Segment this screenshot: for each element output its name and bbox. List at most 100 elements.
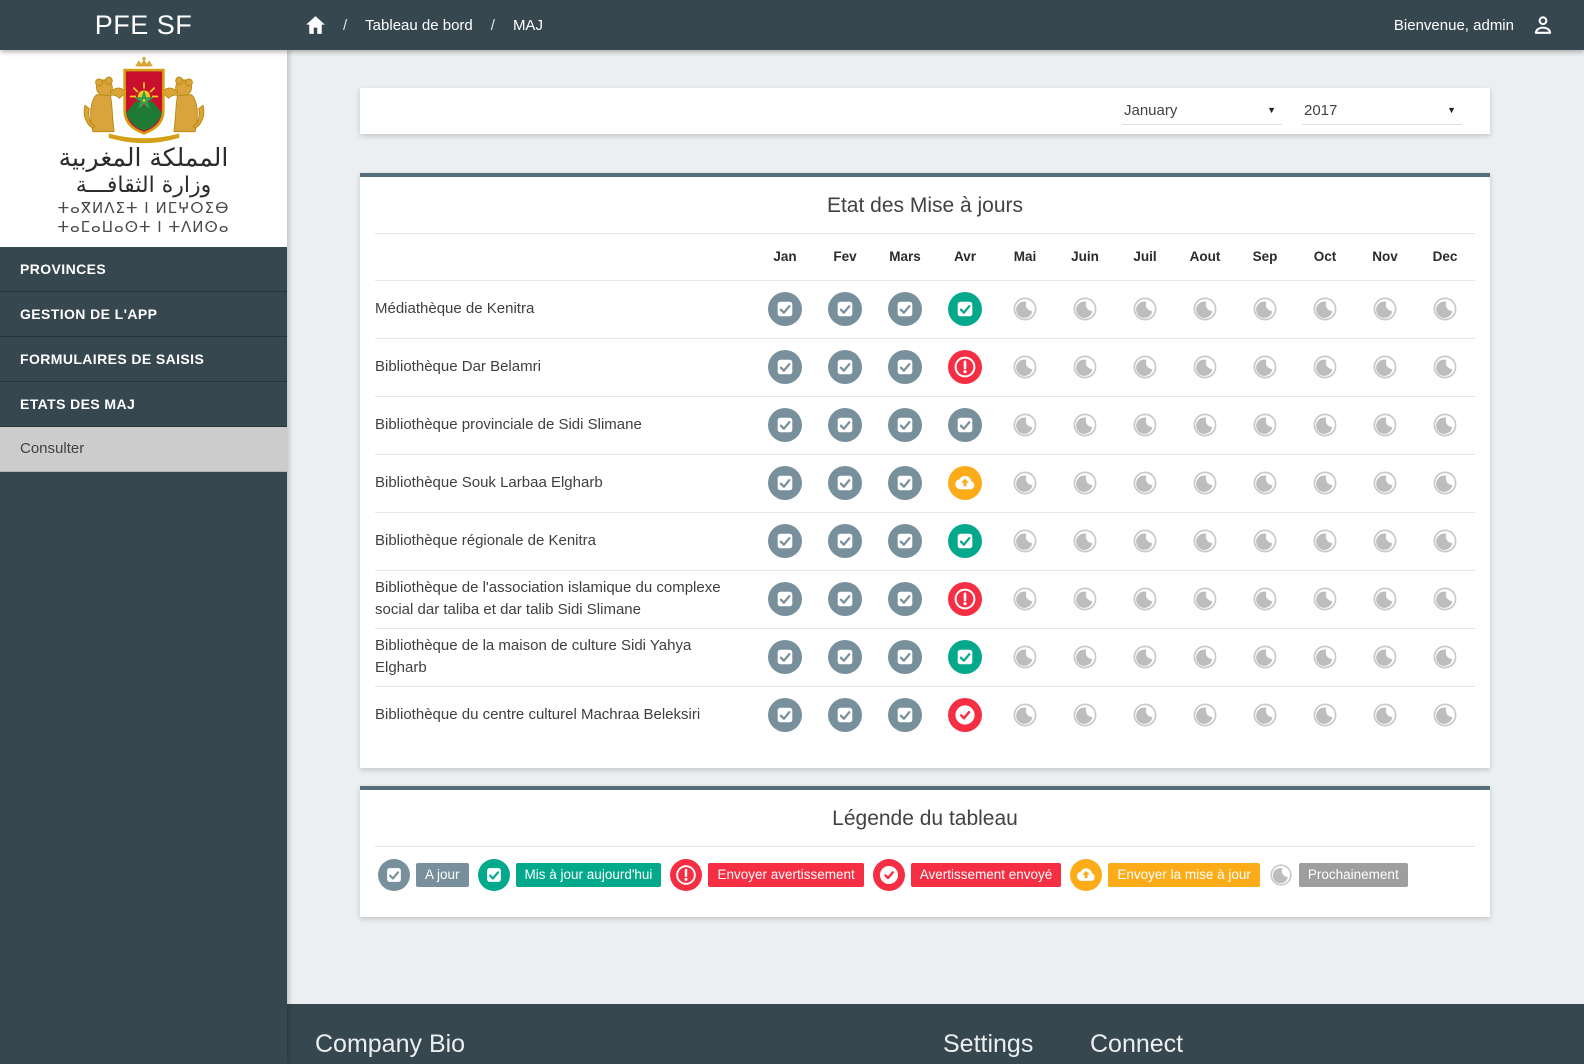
status-warn-icon[interactable] [948, 582, 982, 616]
status-warn-icon[interactable] [948, 350, 982, 384]
status-cell [875, 512, 935, 570]
library-name: Bibliothèque Souk Larbaa Elgharb [375, 454, 755, 512]
sidebar-subitem-consulter[interactable]: Consulter [0, 427, 287, 472]
status-upload-icon [1070, 859, 1102, 891]
status-done-icon[interactable] [828, 292, 862, 326]
status-cell [1055, 454, 1115, 512]
status-cell [755, 570, 815, 628]
status-done-icon[interactable] [768, 466, 802, 500]
status-done-icon[interactable] [828, 582, 862, 616]
status-cell [935, 512, 995, 570]
status-sent-icon[interactable] [948, 698, 982, 732]
status-done-icon[interactable] [888, 466, 922, 500]
footer-heading-connect: Connect [1090, 1030, 1183, 1059]
sidebar: المملكة المغربية وزارة الثقافـــة ⵜⴰⴳⵍⴷⵉ… [0, 50, 287, 1064]
status-done-icon[interactable] [768, 698, 802, 732]
status-cell [755, 396, 815, 454]
status-cell [1115, 512, 1175, 570]
chevron-down-icon: ▼ [1447, 105, 1456, 115]
status-done-icon[interactable] [888, 582, 922, 616]
status-soon-icon [1372, 702, 1398, 728]
status-done-icon[interactable] [888, 640, 922, 674]
sidebar-item-gestion-de-l-app[interactable]: GESTION DE L'APP [0, 292, 287, 337]
status-upload-icon[interactable] [948, 466, 982, 500]
status-done-icon[interactable] [768, 582, 802, 616]
sidebar-item-etats-des-maj[interactable]: ETATS DES MAJ [0, 382, 287, 427]
status-soon-icon [1372, 354, 1398, 380]
table-row: Bibliothèque Dar Belamri [375, 338, 1475, 396]
status-soon-icon [1432, 470, 1458, 496]
sidebar-item-provinces[interactable]: PROVINCES [0, 247, 287, 292]
status-cell [995, 280, 1055, 338]
status-done-icon[interactable] [768, 524, 802, 558]
month-select[interactable]: January ▼ [1122, 98, 1282, 125]
status-soon-icon [1252, 412, 1278, 438]
status-done-icon[interactable] [768, 640, 802, 674]
month-column-header: Juil [1115, 234, 1175, 280]
status-today-icon[interactable] [948, 524, 982, 558]
breadcrumb-separator: / [343, 17, 347, 34]
status-done-icon[interactable] [828, 640, 862, 674]
status-soon-icon [1012, 702, 1038, 728]
status-soon-icon [1252, 644, 1278, 670]
status-cell [1355, 280, 1415, 338]
status-done-icon[interactable] [828, 350, 862, 384]
status-cell [1355, 628, 1415, 686]
status-cell [1235, 338, 1295, 396]
month-column-header: Nov [1355, 234, 1415, 280]
breadcrumb-item-maj[interactable]: MAJ [513, 17, 543, 34]
sidebar-item-formulaires-de-saisis[interactable]: FORMULAIRES DE SAISIS [0, 337, 287, 382]
status-cell [1355, 512, 1415, 570]
month-column-header: Avr [935, 234, 995, 280]
status-done-icon[interactable] [828, 466, 862, 500]
status-soon-icon [1132, 702, 1158, 728]
status-done-icon[interactable] [888, 350, 922, 384]
legend-item: Avertissement envoyé [873, 859, 1062, 891]
status-done-icon[interactable] [828, 524, 862, 558]
update-status-card: Etat des Mise à jours JanFevMarsAvrMaiJu… [360, 173, 1490, 768]
status-done-icon[interactable] [768, 292, 802, 326]
user-icon[interactable] [1530, 12, 1556, 38]
status-soon-icon [1252, 354, 1278, 380]
ministry-logo-block: المملكة المغربية وزارة الثقافـــة ⵜⴰⴳⵍⴷⵉ… [0, 50, 287, 247]
status-soon-icon [1072, 296, 1098, 322]
table-row: Bibliothèque de la maison de culture Sid… [375, 628, 1475, 686]
status-cell [1175, 686, 1235, 744]
status-done-icon[interactable] [948, 408, 982, 442]
status-cell [1235, 454, 1295, 512]
table-row: Bibliothèque de l'association islamique … [375, 570, 1475, 628]
status-cell [1115, 396, 1175, 454]
status-soon-icon [1192, 528, 1218, 554]
status-done-icon[interactable] [768, 408, 802, 442]
status-cell [1055, 338, 1115, 396]
status-cell [1235, 396, 1295, 454]
legend-items: A jour Mis à jour aujourd'hui Envoyer av… [360, 847, 1490, 895]
status-cell [815, 570, 875, 628]
footer-heading-company-bio: Company Bio [315, 1030, 465, 1059]
year-select[interactable]: 2017 ▼ [1302, 98, 1462, 125]
status-soon-icon [1432, 644, 1458, 670]
status-done-icon[interactable] [888, 408, 922, 442]
status-cell [755, 512, 815, 570]
legend-label: A jour [416, 863, 469, 887]
status-today-icon[interactable] [948, 640, 982, 674]
status-soon-icon [1192, 586, 1218, 612]
status-cell [935, 396, 995, 454]
status-soon-icon [1072, 470, 1098, 496]
status-cell [755, 686, 815, 744]
status-done-icon[interactable] [828, 408, 862, 442]
status-soon-icon [1012, 296, 1038, 322]
status-done-icon[interactable] [888, 698, 922, 732]
status-done-icon[interactable] [888, 292, 922, 326]
status-today-icon[interactable] [948, 292, 982, 326]
status-done-icon[interactable] [828, 698, 862, 732]
status-soon-icon [1252, 528, 1278, 554]
status-done-icon[interactable] [768, 350, 802, 384]
status-done-icon[interactable] [888, 524, 922, 558]
ministry-name-tifinagh-line1: ⵜⴰⴳⵍⴷⵉⵜ ⵏ ⵍⵎⵖⵔⵉⴱ [0, 199, 287, 218]
home-icon[interactable] [303, 13, 328, 38]
status-cell [1295, 280, 1355, 338]
status-cell [935, 628, 995, 686]
status-soon-icon [1372, 528, 1398, 554]
breadcrumb-item-dashboard[interactable]: Tableau de bord [365, 17, 473, 34]
